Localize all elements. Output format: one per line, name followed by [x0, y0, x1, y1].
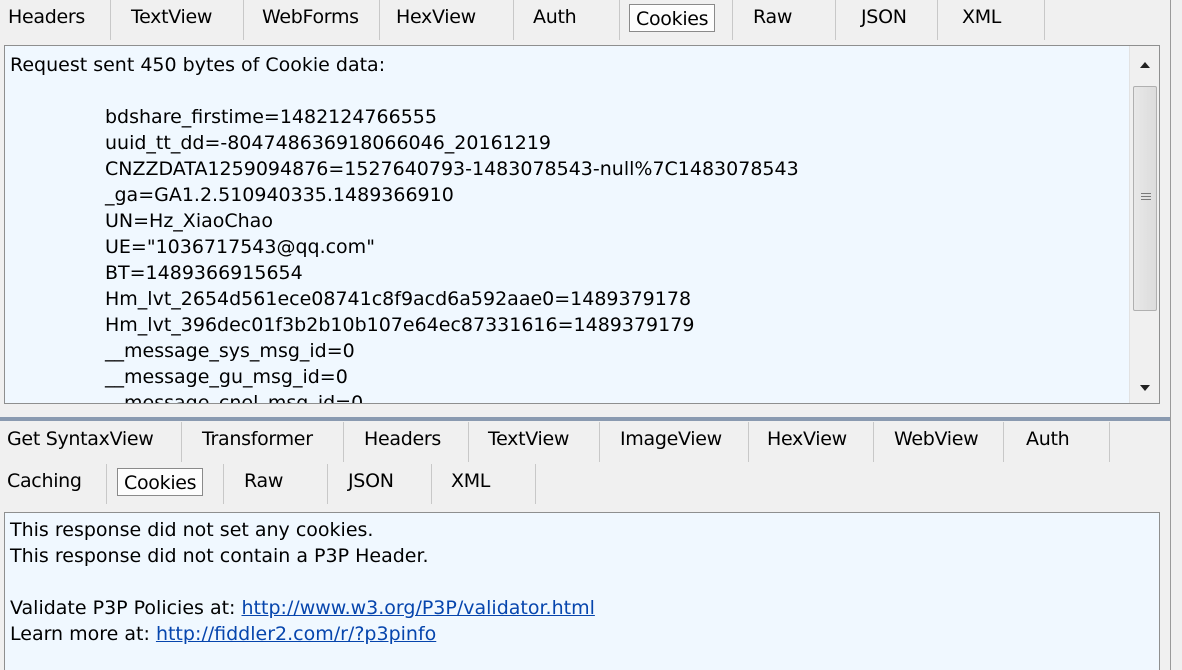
request-summary: Request sent 450 bytes of Cookie data:: [10, 54, 386, 76]
response-tab-strip-row1: Get SyntaxView Transformer Headers TextV…: [0, 422, 1110, 462]
response-tab-raw[interactable]: Raw: [224, 464, 328, 504]
request-tab-json[interactable]: JSON: [836, 0, 938, 40]
p3p-info-link[interactable]: http://fiddler2.com/r/?p3pinfo: [156, 623, 436, 645]
grip-line: [1141, 196, 1151, 197]
grip-line: [1141, 199, 1151, 200]
cookie-entry: UE="1036717543@qq.com": [105, 236, 375, 258]
validate-label: Validate P3P Policies at:: [10, 597, 242, 619]
response-tab-auth[interactable]: Auth: [1004, 422, 1110, 462]
response-tab-headers[interactable]: Headers: [344, 422, 469, 462]
response-info-line: This response did not contain a P3P Head…: [10, 545, 429, 567]
scroll-up-arrow-icon[interactable]: [1130, 50, 1159, 80]
request-tab-textview[interactable]: TextView: [111, 0, 244, 40]
cookie-entry: __message_gu_msg_id=0: [105, 366, 348, 388]
response-tab-xml[interactable]: XML: [432, 464, 536, 504]
response-cookie-text: This response did not set any cookies. T…: [5, 513, 1159, 647]
cookie-entry: Hm_lvt_2654d561ece08741c8f9acd6a592aae0=…: [105, 288, 692, 310]
request-tab-webforms[interactable]: WebForms: [244, 0, 380, 40]
cookie-entry: __message_sys_msg_id=0: [105, 340, 355, 362]
response-tab-hexview[interactable]: HexView: [749, 422, 874, 462]
validate-line: Validate P3P Policies at: http://www.w3.…: [10, 595, 1159, 621]
cookie-entry: __message_cnel_msg_id=0: [105, 392, 364, 404]
learn-more-line: Learn more at: http://fiddler2.com/r/?p3…: [10, 621, 1159, 647]
request-cookie-text: Request sent 450 bytes of Cookie data: b…: [5, 46, 1159, 404]
response-tab-json[interactable]: JSON: [328, 464, 432, 504]
request-tab-cookies[interactable]: Cookies: [620, 0, 733, 40]
request-scrollbar[interactable]: [1129, 46, 1159, 403]
pane-splitter[interactable]: [0, 417, 1170, 421]
cookie-entry: _ga=GA1.2.510940335.1489366910: [105, 184, 454, 206]
response-tab-textview[interactable]: TextView: [469, 422, 600, 462]
response-tab-webview[interactable]: WebView: [874, 422, 1004, 462]
response-tab-caching[interactable]: Caching: [0, 464, 107, 504]
request-tab-headers[interactable]: Headers: [0, 0, 111, 40]
request-tab-auth[interactable]: Auth: [514, 0, 620, 40]
cookie-entry: bdshare_firstime=1482124766555: [105, 106, 437, 128]
request-tab-hexview[interactable]: HexView: [380, 0, 514, 40]
response-tab-get-syntaxview[interactable]: Get SyntaxView: [0, 422, 182, 462]
cookie-entry: BT=1489366915654: [105, 262, 303, 284]
grip-line: [1141, 193, 1151, 194]
response-info-line: This response did not set any cookies.: [10, 519, 374, 541]
request-tab-xml[interactable]: XML: [938, 0, 1045, 40]
response-tab-transformer[interactable]: Transformer: [182, 422, 344, 462]
response-tab-imageview[interactable]: ImageView: [600, 422, 749, 462]
request-cookie-panel: Request sent 450 bytes of Cookie data: b…: [4, 45, 1160, 404]
cookie-entry: CNZZDATA1259094876=1527640793-1483078543…: [105, 158, 799, 180]
learn-more-label: Learn more at:: [10, 623, 156, 645]
cookie-entry: Hm_lvt_396dec01f3b2b10b107e64ec87331616=…: [105, 314, 695, 336]
scroll-down-arrow-icon[interactable]: [1130, 373, 1159, 403]
request-tab-strip: Headers TextView WebForms HexView Auth C…: [0, 0, 1045, 40]
cookie-entry: UN=Hz_XiaoChao: [105, 210, 273, 232]
response-tab-cookies[interactable]: Cookies: [107, 464, 224, 504]
scrollbar-thumb[interactable]: [1133, 86, 1157, 311]
request-tab-raw[interactable]: Raw: [733, 0, 836, 40]
window-right-edge: [1170, 0, 1182, 670]
response-cookie-panel: This response did not set any cookies. T…: [4, 512, 1160, 670]
cookie-entry: uuid_tt_dd=-804748636918066046_20161219: [105, 132, 552, 154]
response-tab-strip-row2: Caching Cookies Raw JSON XML: [0, 464, 536, 504]
p3p-validator-link[interactable]: http://www.w3.org/P3P/validator.html: [242, 597, 595, 619]
